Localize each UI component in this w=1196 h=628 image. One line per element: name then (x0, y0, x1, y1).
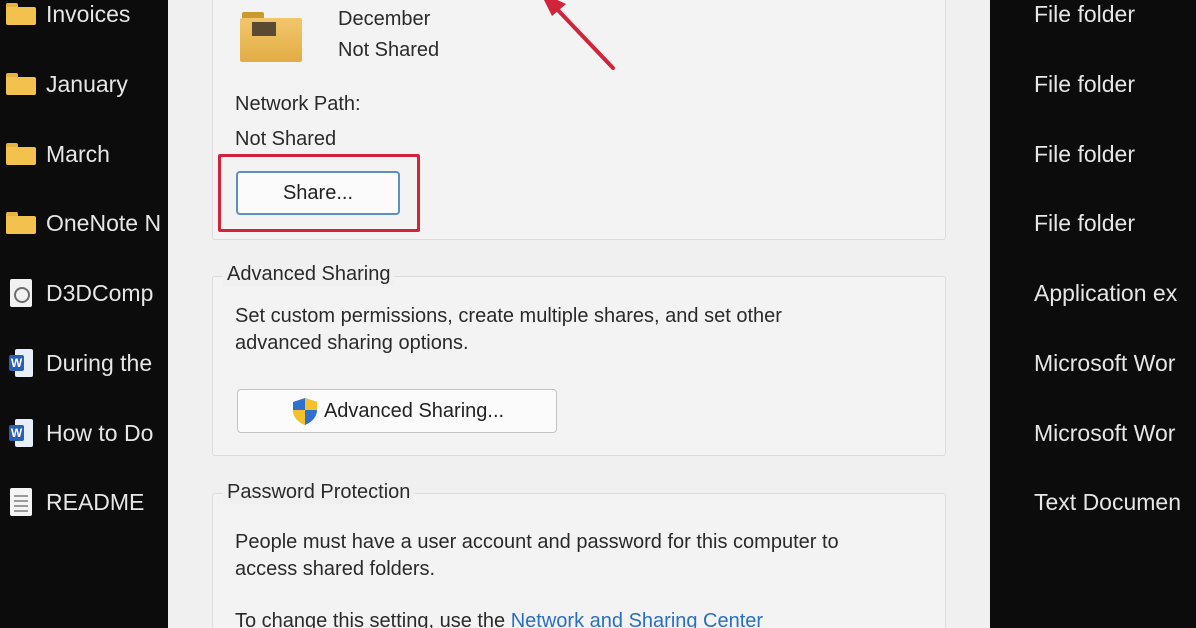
uac-shield-icon (292, 398, 317, 425)
folder-name: December (338, 8, 431, 30)
file-row-march[interactable]: March (0, 134, 110, 174)
file-name: January (46, 70, 128, 97)
folder-icon (4, 0, 38, 29)
file-row-onenote[interactable]: OneNote N (0, 203, 161, 243)
file-type: File folder (1034, 71, 1135, 97)
word-document-icon: W (4, 418, 38, 448)
file-row-d3dcomp[interactable]: D3DComp (0, 273, 153, 313)
shared-folder-icon (240, 12, 302, 62)
file-name: OneNote N (46, 209, 162, 236)
file-type: Application ex (1034, 280, 1178, 306)
change-setting-prefix: To change this setting, use the (235, 610, 511, 628)
advanced-sharing-description: Set custom permissions, create multiple … (235, 305, 782, 327)
change-setting-text: To change this setting, use the Network … (235, 608, 763, 628)
folder-icon (4, 139, 38, 169)
application-icon (4, 278, 38, 308)
folder-share-status: Not Shared (338, 39, 440, 61)
file-row-during[interactable]: W During the (0, 343, 152, 383)
file-name: During the (46, 349, 153, 376)
advanced-sharing-button-label: Advanced Sharing... (323, 399, 505, 422)
password-protection-title: Password Protection (223, 481, 415, 504)
advanced-sharing-title: Advanced Sharing (223, 263, 395, 286)
file-type: File folder (1034, 1, 1135, 27)
advanced-sharing-button[interactable]: Advanced Sharing... (237, 389, 557, 433)
word-document-icon: W (4, 348, 38, 378)
password-protection-description: People must have a user account and pass… (235, 531, 839, 553)
file-name: Invoices (46, 0, 131, 27)
file-row-january[interactable]: January (0, 64, 128, 104)
file-row-howto[interactable]: W How to Do (0, 413, 153, 453)
network-path-value: Not Shared (235, 128, 337, 150)
network-sharing-center-link[interactable]: Network and Sharing Center (511, 610, 763, 628)
sharing-properties-dialog: December Not Shared Network Path: Not Sh… (168, 0, 990, 628)
file-name: D3DComp (46, 279, 154, 306)
file-name: README (46, 488, 145, 515)
file-type: Microsoft Wor (1034, 350, 1176, 376)
file-type: File folder (1034, 210, 1135, 236)
file-type: Microsoft Wor (1034, 420, 1176, 446)
password-protection-description: access shared folders. (235, 558, 436, 580)
network-path-label: Network Path: (235, 93, 361, 115)
file-type: File folder (1034, 141, 1135, 167)
share-button[interactable]: Share... (236, 171, 400, 215)
file-name-column: Invoices January March OneNote N D3DComp… (0, 0, 168, 628)
file-row-invoices[interactable]: Invoices (0, 0, 130, 34)
folder-icon (4, 69, 38, 99)
file-type-column: File folder File folder File folder File… (990, 0, 1196, 628)
file-name: How to Do (46, 419, 154, 446)
advanced-sharing-description: advanced sharing options. (235, 332, 469, 354)
file-type: Text Documen (1034, 489, 1182, 515)
text-document-icon (4, 487, 38, 517)
file-name: March (46, 140, 110, 167)
file-row-readme[interactable]: README (0, 482, 144, 522)
folder-icon (4, 208, 38, 238)
